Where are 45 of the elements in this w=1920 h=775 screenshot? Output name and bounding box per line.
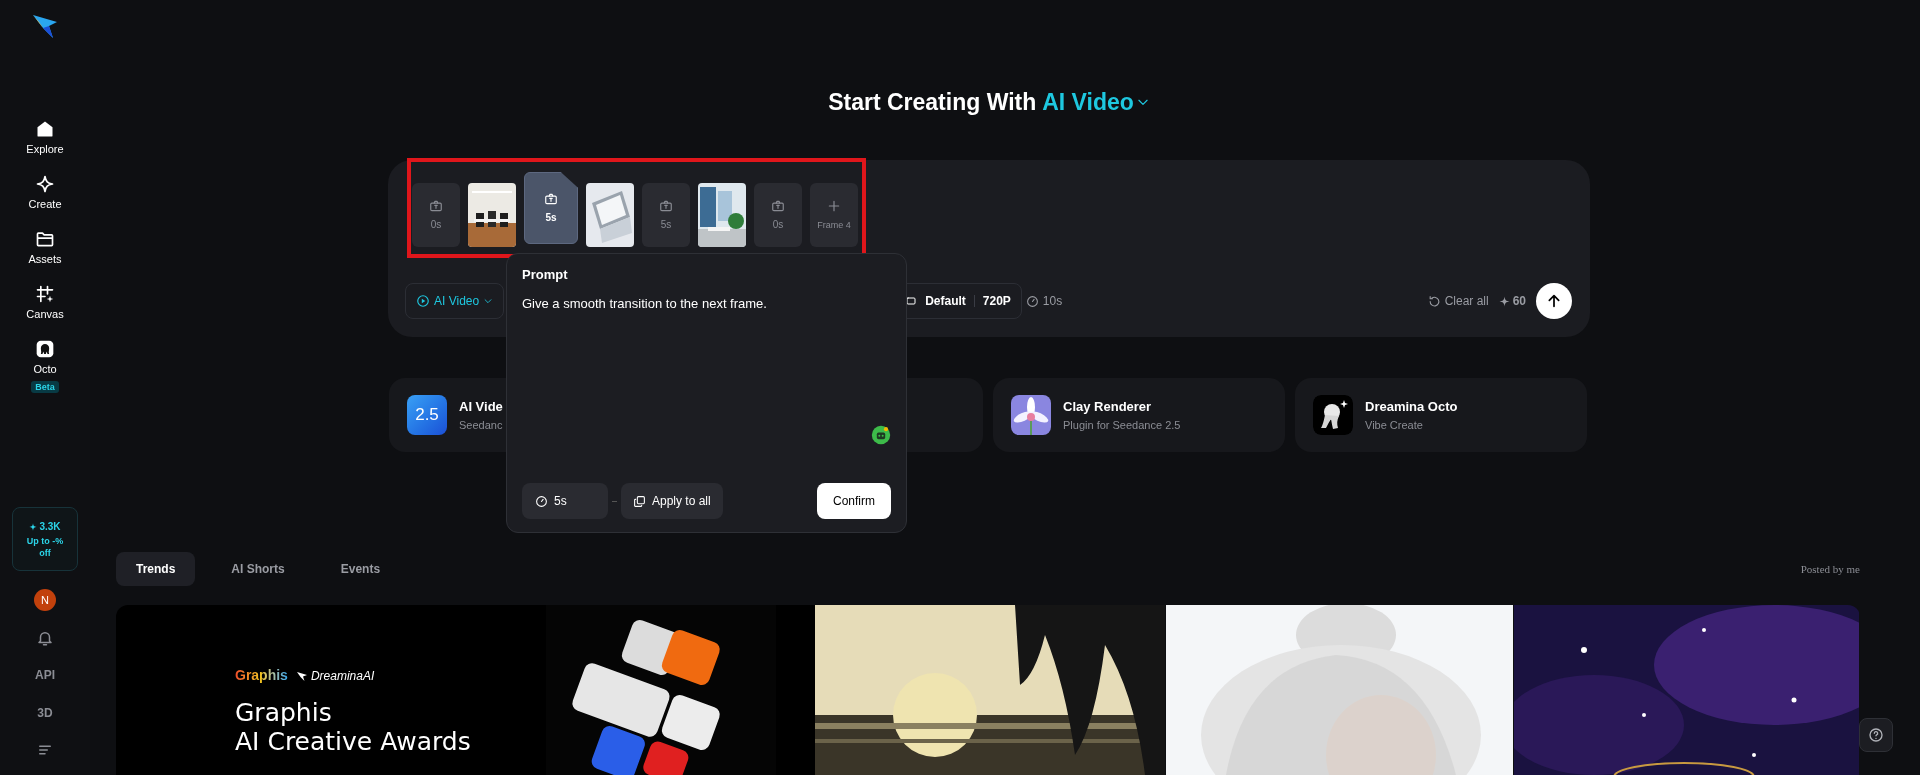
card-title: Clay Renderer bbox=[1063, 398, 1153, 415]
model-badge: 2.5 bbox=[407, 395, 447, 435]
card-title: AI Vide bbox=[459, 398, 503, 415]
mode-dropdown[interactable]: AI Video bbox=[1042, 88, 1150, 116]
sidebar-link[interactable]: 3D bbox=[37, 703, 53, 723]
frame-slot[interactable]: 0s bbox=[412, 183, 460, 247]
credit-amount: 3.3K bbox=[29, 519, 61, 533]
prompt-input[interactable]: Give a smooth transition to the next frame. bbox=[522, 295, 891, 415]
page-heading: Start Creating With bbox=[828, 88, 1037, 116]
add-frame-button[interactable]: Frame 4 bbox=[810, 183, 858, 247]
duration-button[interactable]: 5s bbox=[522, 483, 608, 519]
tab[interactable]: AI Shorts bbox=[211, 552, 305, 586]
frame-slot[interactable]: 0s bbox=[754, 183, 802, 247]
frame-slot[interactable]: 5s bbox=[642, 183, 690, 247]
banner-title: AI Creative Awards bbox=[235, 727, 472, 756]
duration-selector[interactable]: 10s bbox=[1025, 292, 1063, 310]
card-subtitle: Plugin for Seedance 2.5 bbox=[1063, 417, 1181, 432]
user-avatar[interactable]: N bbox=[34, 589, 56, 611]
feature-card[interactable]: Clay Renderer Plugin for Seedance 2.5 bbox=[993, 378, 1285, 452]
frame-slot[interactable]: 5s bbox=[524, 172, 578, 244]
confirm-button[interactable]: Confirm bbox=[817, 483, 891, 519]
banner-panel[interactable]: Graphis DreaminaAI Graphis AI Creative Awards bbox=[116, 605, 815, 775]
posted-by-filter[interactable]: Posted by me bbox=[1800, 560, 1860, 578]
discount-text: Up to -% off bbox=[25, 534, 65, 559]
nav-label[interactable]: Canvas bbox=[26, 307, 64, 321]
sidebar-link[interactable]: API bbox=[35, 665, 55, 685]
nav-label[interactable]: Octo bbox=[33, 362, 57, 376]
feature-card[interactable]: Dreamina Octo Vibe Create bbox=[1295, 378, 1587, 452]
card-subtitle: Vibe Create bbox=[1365, 417, 1424, 432]
tab[interactable]: Events bbox=[320, 552, 401, 586]
nav-label[interactable]: Create bbox=[28, 197, 62, 211]
partner-logo: DreaminaAI bbox=[310, 667, 375, 685]
credit-cost: 60 bbox=[1512, 293, 1526, 310]
promo-card[interactable]: 3.3K Up to -% off bbox=[12, 507, 78, 571]
nav-label[interactable]: Assets bbox=[28, 252, 62, 266]
banner-title: Graphis bbox=[235, 698, 333, 727]
beta-badge: Beta bbox=[31, 381, 59, 393]
mode-selector[interactable]: AI Video bbox=[405, 283, 505, 319]
nav-label[interactable]: Explore bbox=[26, 142, 64, 156]
apply-to-all-button[interactable]: Apply to all bbox=[621, 483, 723, 519]
card-title: Dreamina Octo bbox=[1365, 398, 1458, 415]
card-subtitle: Seedanc bbox=[459, 417, 503, 432]
popup-title: Prompt bbox=[522, 266, 569, 284]
tab[interactable]: Trends bbox=[116, 552, 196, 586]
clear-all-button[interactable]: Clear all bbox=[1427, 292, 1489, 310]
